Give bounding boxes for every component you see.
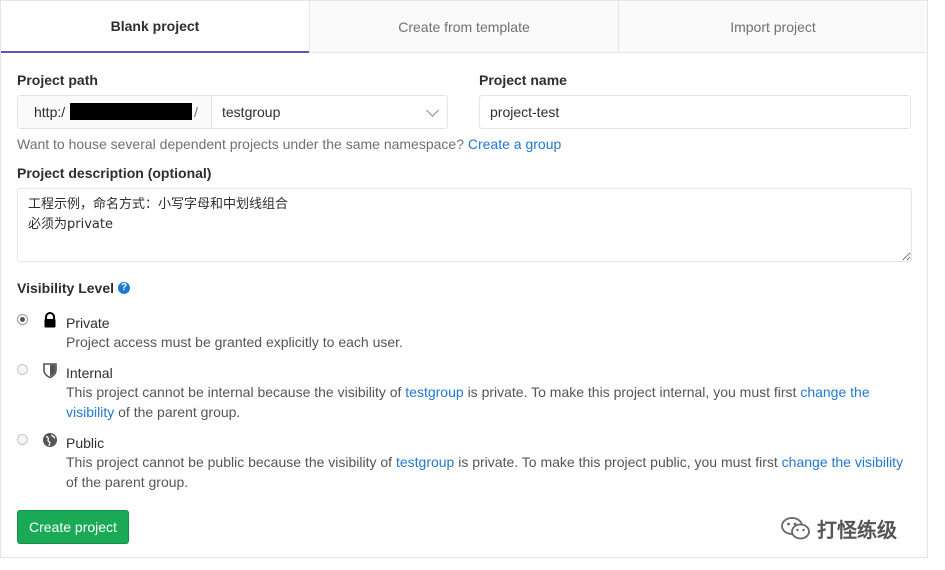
wechat-icon	[781, 516, 810, 539]
redaction-bar	[70, 103, 192, 120]
create-group-link[interactable]: Create a group	[468, 136, 561, 152]
namespace-select[interactable]: testgroup	[211, 95, 448, 129]
internal-desc-post: of the parent group.	[118, 404, 241, 420]
public-description: This project cannot be public because th…	[66, 452, 911, 492]
project-tabs: Blank project Create from template Impor…	[1, 1, 927, 53]
private-description: Project access must be granted explicitl…	[66, 334, 403, 350]
tab-blank-project[interactable]: Blank project	[1, 1, 309, 53]
watermark-text: 打怪练级	[817, 518, 897, 542]
path-prefix-text: http:/	[34, 104, 66, 120]
globe-icon	[43, 433, 57, 447]
visibility-level-label: Visibility Level ?	[17, 280, 911, 296]
project-name-input[interactable]	[479, 95, 911, 129]
chevron-down-icon	[426, 103, 439, 117]
namespace-hint: Want to house several dependent projects…	[17, 135, 911, 153]
help-icon[interactable]: ?	[118, 282, 131, 294]
radio-public[interactable]	[17, 434, 28, 445]
new-project-panel: Blank project Create from template Impor…	[0, 0, 928, 558]
lock-icon	[44, 312, 56, 328]
create-project-button[interactable]: Create project	[17, 510, 129, 544]
tab-import-project[interactable]: Import project	[618, 1, 927, 53]
public-change-visibility-link[interactable]: change the visibility	[782, 454, 903, 470]
public-desc-post: of the parent group.	[66, 474, 189, 490]
radio-internal[interactable]	[17, 364, 28, 375]
public-desc-pre: This project cannot be public because th…	[66, 454, 393, 470]
project-path-group: http:/ / testgroup	[17, 95, 448, 129]
shield-icon	[43, 363, 57, 378]
internal-desc-mid: is private. To make this project interna…	[467, 384, 797, 400]
namespace-value: testgroup	[222, 104, 281, 120]
internal-group-link[interactable]: testgroup	[405, 384, 463, 400]
internal-title: Internal	[66, 365, 113, 381]
project-name-label: Project name	[479, 72, 567, 88]
internal-description: This project cannot be internal because …	[66, 382, 911, 422]
project-description-textarea[interactable]: 工程示例，命名方式：小写字母和中划线组合 必须为private	[17, 188, 912, 262]
project-description-label: Project description (optional)	[17, 165, 212, 181]
private-title: Private	[66, 315, 110, 331]
path-name-row: Project path Project name http:/ / testg…	[17, 53, 911, 129]
public-title: Public	[66, 435, 105, 451]
visibility-option-private[interactable]: Private Project access must be granted e…	[17, 312, 911, 352]
path-suffix-text: /	[194, 104, 198, 120]
public-desc-mid: is private. To make this project public,…	[458, 454, 778, 470]
form-content: Project path Project name http:/ / testg…	[1, 53, 927, 492]
visibility-option-internal[interactable]: Internal This project cannot be internal…	[17, 362, 911, 422]
watermark: 打怪练级	[781, 514, 897, 543]
path-prefix: http:/ /	[17, 95, 211, 129]
tab-create-from-template[interactable]: Create from template	[309, 1, 618, 53]
project-path-label: Project path	[17, 72, 98, 88]
internal-desc-pre: This project cannot be internal because …	[66, 384, 402, 400]
visibility-options: Private Project access must be granted e…	[17, 312, 911, 492]
radio-private[interactable]	[17, 314, 28, 325]
visibility-level-text: Visibility Level	[17, 280, 115, 296]
visibility-option-public[interactable]: Public This project cannot be public bec…	[17, 432, 911, 492]
public-group-link[interactable]: testgroup	[396, 454, 454, 470]
namespace-hint-text: Want to house several dependent projects…	[17, 136, 464, 152]
